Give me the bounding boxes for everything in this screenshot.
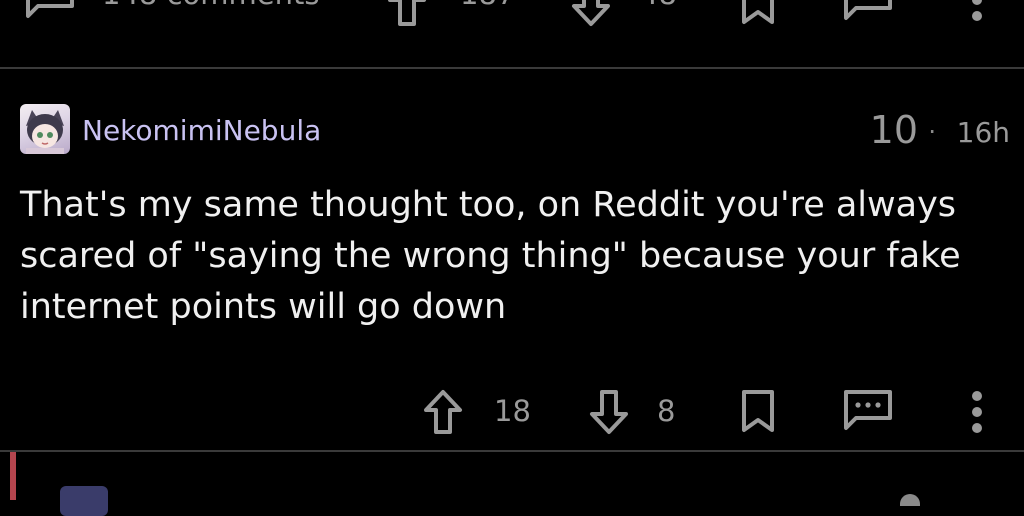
reply-icon[interactable] — [842, 388, 894, 434]
comments-count[interactable]: 148 comments — [102, 0, 319, 9]
comment-upvote-count: 18 — [494, 394, 531, 428]
separator: · — [928, 118, 936, 146]
save-icon[interactable] — [740, 0, 776, 28]
avatar[interactable] — [60, 486, 108, 516]
avatar[interactable] — [20, 104, 70, 154]
downvote-icon[interactable] — [570, 0, 612, 30]
post-upvote-count: 187 — [460, 0, 515, 9]
divider — [0, 450, 1024, 452]
comment-score: 10 — [869, 108, 918, 152]
comment-downvote-count: 8 — [657, 394, 676, 428]
username[interactable]: NekomimiNebula — [82, 114, 321, 147]
more-icon[interactable] — [970, 390, 984, 436]
comment-icon[interactable] — [24, 0, 76, 22]
comment-age: 16h — [956, 116, 1010, 149]
comment-header: NekomimiNebula 10 · 16h — [20, 104, 1010, 154]
comment-action-bar: 18 8 — [0, 388, 1024, 438]
post-downvote-count: 48 — [640, 0, 677, 9]
comment-score — [900, 494, 920, 506]
more-icon[interactable] — [970, 0, 984, 28]
upvote-icon[interactable] — [422, 388, 464, 438]
save-icon[interactable] — [740, 388, 776, 436]
divider — [0, 67, 1024, 69]
post-action-bar: 148 comments 187 48 — [0, 0, 1024, 28]
thread-indicator — [10, 452, 16, 500]
comment-body: That's my same thought too, on Reddit yo… — [20, 185, 961, 327]
reply-icon[interactable] — [842, 0, 894, 24]
upvote-icon[interactable] — [386, 0, 428, 30]
downvote-icon[interactable] — [588, 388, 630, 438]
